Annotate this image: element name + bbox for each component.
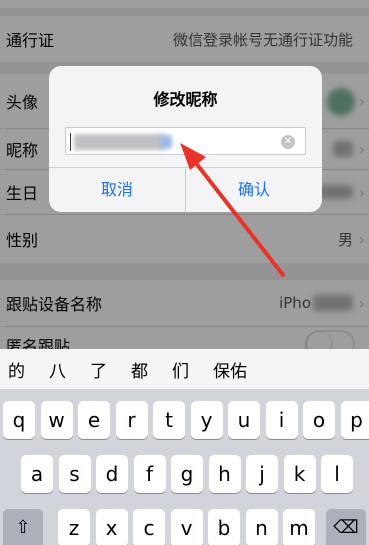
key-o[interactable]: o [303,401,335,439]
key-z[interactable]: z [58,509,90,545]
key-x[interactable]: x [95,509,128,545]
edit-nickname-dialog: 修改昵称 ✕ 取消 确认 [49,66,322,212]
dialog-title: 修改昵称 [153,90,218,109]
candidate-word[interactable]: 的 [8,357,25,382]
key-m[interactable]: m [283,509,315,545]
keyboard: q w e r t y u i o p a s d f g h j k l ⇧ z x c v b n m ⌫ [0,389,369,545]
key-l[interactable]: l [321,455,353,493]
candidate-word[interactable]: 八 [49,357,66,382]
key-r[interactable]: r [115,401,148,439]
confirm-button[interactable]: 确认 [186,167,322,212]
ime-candidate-bar: 的八了都们保佑 [0,349,369,389]
cancel-button[interactable]: 取消 [49,167,185,212]
key-y[interactable]: y [190,401,223,439]
nickname-input-blurred-emoji [160,135,172,149]
delete-key[interactable]: ⌫ [326,509,366,545]
key-d[interactable]: d [96,455,128,493]
candidate-word[interactable]: 了 [90,357,107,382]
key-j[interactable]: j [246,455,278,493]
key-w[interactable]: w [40,401,73,439]
key-q[interactable]: q [3,401,35,439]
key-s[interactable]: s [58,455,91,493]
nickname-input-blurred-text [74,134,164,150]
clear-icon[interactable]: ✕ [281,135,295,149]
key-h[interactable]: h [208,455,241,493]
key-p[interactable]: p [340,401,369,439]
text-caret [70,133,71,151]
key-u[interactable]: u [228,401,260,439]
candidate-word[interactable]: 都 [131,357,148,382]
key-i[interactable]: i [265,401,298,439]
key-f[interactable]: f [133,455,166,493]
candidate-word[interactable]: 保佑 [213,357,247,382]
shift-key[interactable]: ⇧ [3,509,43,545]
key-a[interactable]: a [21,455,53,493]
nickname-input[interactable]: ✕ [65,127,306,155]
candidate-word[interactable]: 们 [172,357,189,382]
key-b[interactable]: b [208,509,240,545]
key-k[interactable]: k [283,455,316,493]
key-n[interactable]: n [245,509,278,545]
key-v[interactable]: v [170,509,203,545]
key-e[interactable]: e [78,401,110,439]
key-g[interactable]: g [171,455,203,493]
key-c[interactable]: c [133,509,165,545]
key-t[interactable]: t [153,401,185,439]
